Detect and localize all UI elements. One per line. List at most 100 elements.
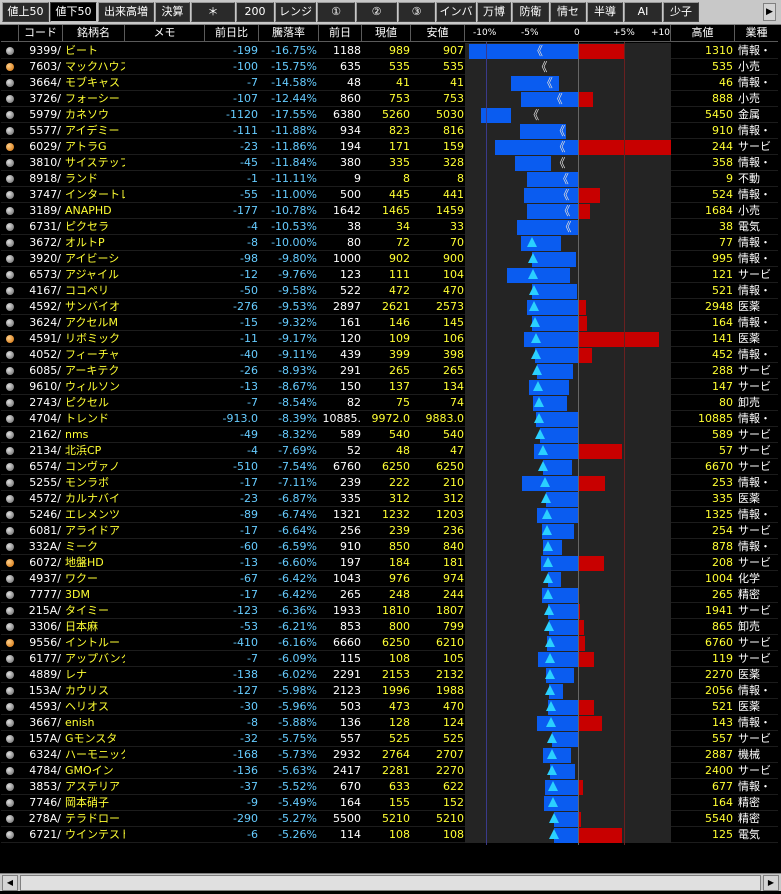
name-cell[interactable]: アステリア [65,779,125,795]
header-memo[interactable]: メモ [125,25,205,42]
name-cell[interactable]: リボミック [65,331,125,347]
name-cell[interactable]: アクセルM [65,315,125,331]
name-cell[interactable]: モンラボ [65,475,125,491]
name-cell[interactable]: 北浜CP [65,443,125,459]
name-cell[interactable]: アップバンク [65,651,125,667]
name-cell[interactable]: アジャイル [65,267,125,283]
header-name[interactable]: 銘柄名 [63,25,125,42]
memo-cell[interactable] [125,523,205,539]
memo-cell[interactable] [125,507,205,523]
memo-cell[interactable] [125,219,205,235]
table-row[interactable]: 7746/岡本硝子 -9 -5.49% 164 155 152 164 精密 [1,795,778,811]
memo-cell[interactable] [125,171,205,187]
name-cell[interactable]: アトラG [65,139,125,155]
name-cell[interactable]: アイデミー [65,123,125,139]
name-cell[interactable]: ヘリオス [65,699,125,715]
memo-cell[interactable] [125,315,205,331]
table-row[interactable]: 2134/北浜CP -4 -7.69% 52 48 47 57 サービ [1,443,778,459]
memo-cell[interactable] [125,331,205,347]
toolbar-button-1[interactable]: 値下50 [50,2,97,22]
arrow-right-icon[interactable]: ▶ [763,875,779,891]
table-row[interactable]: 3726/フォーシー -107 -12.44% 860 753 753 《 888 小売 [1,91,778,107]
name-cell[interactable]: 岡本硝子 [65,795,125,811]
memo-cell[interactable] [125,811,205,827]
name-cell[interactable]: ANAPHD [65,203,125,219]
table-row[interactable]: 6574/コンヴァノ -510 -7.54% 6760 6250 6250 6670 サービ [1,459,778,475]
name-cell[interactable]: 3DM [65,587,125,603]
memo-cell[interactable] [125,539,205,555]
header-current[interactable]: 現値 [362,25,411,42]
name-cell[interactable]: GMOイン [65,763,125,779]
table-row[interactable]: 7603/マックハウス -100 -15.75% 635 535 535 《 535 小売 [1,59,778,75]
memo-cell[interactable] [125,779,205,795]
memo-cell[interactable] [125,619,205,635]
memo-cell[interactable] [125,203,205,219]
name-cell[interactable]: テラドロー [65,811,125,827]
memo-cell[interactable] [125,283,205,299]
memo-cell[interactable] [125,443,205,459]
memo-cell[interactable] [125,571,205,587]
name-cell[interactable]: アイビーシ [65,251,125,267]
toolbar-button-7[interactable]: ① [317,2,355,22]
table-row[interactable]: 3664/モブキャス -7 -14.58% 48 41 41 《 46 情報・ [1,75,778,91]
memo-cell[interactable] [125,731,205,747]
toolbar-button-0[interactable]: 値上50 [2,2,49,22]
table-row[interactable]: 6177/アップバンク -7 -6.09% 115 108 105 119 サービ [1,651,778,667]
memo-cell[interactable] [125,75,205,91]
memo-cell[interactable] [125,683,205,699]
table-row[interactable]: 3672/オルトP -8 -10.00% 80 72 70 77 情報・ [1,235,778,251]
memo-cell[interactable] [125,795,205,811]
memo-cell[interactable] [125,555,205,571]
memo-cell[interactable] [125,395,205,411]
table-row[interactable]: 4704/トレンド -913.0 -8.39% 10885. 9972.0 9883.0 1… [1,411,778,427]
table-row[interactable]: 215A/タイミー -123 -6.36% 1933 1810 1807 1941 サービ [1,603,778,619]
name-cell[interactable]: サイステップ [65,155,125,171]
memo-cell[interactable] [125,667,205,683]
table-row[interactable]: 4593/ヘリオス -30 -5.96% 503 473 470 521 医薬 [1,699,778,715]
memo-cell[interactable] [125,491,205,507]
table-row[interactable]: 4889/レナ -138 -6.02% 2291 2153 2132 2270 医薬 [1,667,778,683]
header-low[interactable]: 安値 [411,25,465,42]
memo-cell[interactable] [125,699,205,715]
table-row[interactable]: 4572/カルナバイ -23 -6.87% 335 312 312 335 医薬 [1,491,778,507]
table-row[interactable]: 4937/ワクー -67 -6.42% 1043 976 974 1004 化学 [1,571,778,587]
header-change[interactable]: 前日比 [205,25,259,42]
table-row[interactable]: 7777/3DM -17 -6.42% 265 248 244 265 精密 [1,587,778,603]
memo-cell[interactable] [125,251,205,267]
memo-cell[interactable] [125,155,205,171]
name-cell[interactable]: アライドア [65,523,125,539]
table-row[interactable]: 9556/イントルー -410 -6.16% 6660 6250 6210 6760 サービ [1,635,778,651]
toolbar-button-8[interactable]: ② [356,2,397,22]
memo-cell[interactable] [125,475,205,491]
name-cell[interactable]: カルナバイ [65,491,125,507]
memo-cell[interactable] [125,91,205,107]
table-row[interactable]: 9399/ビート -199 -16.75% 1188 989 907 《 1310 情報・ [1,43,778,59]
table-row[interactable]: 2162/nms -49 -8.32% 589 540 540 589 サービ [1,427,778,443]
memo-cell[interactable] [125,235,205,251]
table-row[interactable]: 3920/アイビーシ -98 -9.80% 1000 902 900 995 情報・ [1,251,778,267]
name-cell[interactable]: カネソウ [65,107,125,123]
header-code[interactable]: コード [19,25,63,42]
header-high[interactable]: 高値 [671,25,735,42]
name-cell[interactable]: ランド [65,171,125,187]
name-cell[interactable]: イントルー [65,635,125,651]
table-row[interactable]: 3306/日本麻 -53 -6.21% 853 800 799 865 卸売 [1,619,778,635]
memo-cell[interactable] [125,43,205,59]
name-cell[interactable]: マックハウス [65,59,125,75]
header-previous[interactable]: 前日 [319,25,362,42]
horizontal-scrollbar[interactable]: ◀ ▶ [0,873,781,891]
name-cell[interactable]: Gモンスタ [65,731,125,747]
name-cell[interactable]: オルトP [65,235,125,251]
memo-cell[interactable] [125,123,205,139]
arrow-left-icon[interactable]: ◀ [2,875,18,891]
scrollbar-thumb[interactable] [20,875,761,891]
name-cell[interactable]: nms [65,427,125,443]
memo-cell[interactable] [125,651,205,667]
table-row[interactable]: 6324/ハーモニック -168 -5.73% 2932 2764 2707 2887 機械 [1,747,778,763]
memo-cell[interactable] [125,107,205,123]
table-row[interactable]: 4592/サンバイオ -276 -9.53% 2897 2621 2573 2948 医薬 [1,299,778,315]
table-row[interactable]: 278A/テラドロー -290 -5.27% 5500 5210 5210 5540 精密 [1,811,778,827]
name-cell[interactable]: ウインテスト [65,827,125,843]
name-cell[interactable]: カウリス [65,683,125,699]
toolbar-scroll-icon[interactable]: ▶ [763,3,776,21]
